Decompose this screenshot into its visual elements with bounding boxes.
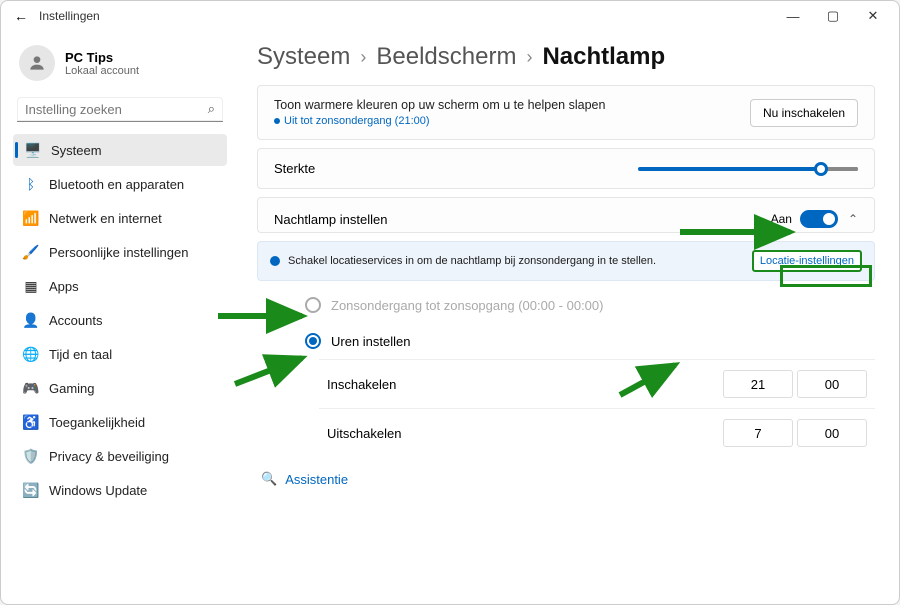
radio-sunset: Zonsondergang tot zonsopgang (00:00 - 00… [297, 287, 875, 323]
apps-icon: ▦ [23, 278, 39, 294]
sidebar-item-label: Systeem [51, 143, 102, 158]
account-name: PC Tips [65, 50, 139, 65]
sidebar-item-label: Accounts [49, 313, 102, 328]
slider-thumb[interactable] [814, 162, 828, 176]
minimize-button[interactable]: — [773, 2, 813, 30]
turn-on-row: Inschakelen 21 00 [319, 359, 875, 408]
system-icon: 🖥️ [25, 142, 41, 158]
radio-set-hours[interactable]: Uren instellen [297, 323, 875, 359]
sidebar-item-accounts[interactable]: 👤 Accounts [13, 304, 227, 336]
chevron-up-icon[interactable]: ⌃ [848, 212, 858, 226]
sidebar-item-label: Netwerk en internet [49, 211, 162, 226]
sidebar-item-apps[interactable]: ▦ Apps [13, 270, 227, 302]
schedule-options: Zonsondergang tot zonsopgang (00:00 - 00… [257, 287, 875, 457]
search-input[interactable] [25, 102, 208, 117]
turn-on-label: Inschakelen [327, 377, 719, 392]
accounts-icon: 👤 [23, 312, 39, 328]
turn-off-hour[interactable]: 7 [723, 419, 793, 447]
avatar-icon [19, 45, 55, 81]
chevron-right-icon: › [526, 47, 532, 68]
sidebar-item-privacy[interactable]: 🛡️ Privacy & beveiliging [13, 440, 227, 472]
sidebar-item-gaming[interactable]: 🎮 Gaming [13, 372, 227, 404]
sidebar-item-netwerk[interactable]: 📶 Netwerk en internet [13, 202, 227, 234]
titlebar: ← Instellingen — ▢ ✕ [1, 1, 899, 31]
account-block[interactable]: PC Tips Lokaal account [13, 39, 227, 95]
location-info-banner: Schakel locatieservices in om de nachtla… [257, 241, 875, 281]
strength-label: Sterkte [274, 161, 638, 176]
account-sub: Lokaal account [65, 65, 139, 77]
breadcrumb-beeldscherm[interactable]: Beeldscherm [376, 43, 516, 71]
sidebar-item-label: Toegankelijkheid [49, 415, 145, 430]
sidebar-item-toegankelijkheid[interactable]: ♿ Toegankelijkheid [13, 406, 227, 438]
help-icon: 🔍 [261, 471, 277, 487]
personalization-icon: 🖌️ [23, 244, 39, 260]
maximize-button[interactable]: ▢ [813, 2, 853, 30]
sidebar-item-label: Persoonlijke instellingen [49, 245, 188, 260]
gaming-icon: 🎮 [23, 380, 39, 396]
page-title: Nachtlamp [542, 43, 665, 71]
turn-off-minute[interactable]: 00 [797, 419, 867, 447]
sidebar-item-update[interactable]: 🔄 Windows Update [13, 474, 227, 506]
sidebar-item-label: Apps [49, 279, 79, 294]
bluetooth-icon: ᛒ [23, 176, 39, 192]
schedule-toggle[interactable] [800, 210, 838, 228]
sidebar-item-persoonlijke[interactable]: 🖌️ Persoonlijke instellingen [13, 236, 227, 268]
description-text: Toon warmere kleuren op uw scherm om u t… [274, 98, 605, 112]
turn-on-minute[interactable]: 00 [797, 370, 867, 398]
description-card: Toon warmere kleuren op uw scherm om u t… [257, 85, 875, 140]
time-icon: 🌐 [23, 346, 39, 362]
sidebar-item-label: Windows Update [49, 483, 147, 498]
breadcrumb-systeem[interactable]: Systeem [257, 43, 350, 71]
back-button[interactable]: ← [7, 8, 35, 24]
accessibility-icon: ♿ [23, 414, 39, 430]
assistance-label: Assistentie [285, 472, 348, 487]
sidebar-item-systeem[interactable]: 🖥️ Systeem [13, 134, 227, 166]
status-text: Uit tot zonsondergang (21:00) [274, 115, 605, 127]
close-button[interactable]: ✕ [853, 2, 893, 30]
settings-window: ← Instellingen — ▢ ✕ PC Tips Lokaal acco… [0, 0, 900, 605]
radio-icon [305, 297, 321, 313]
search-box[interactable]: ⌕ [17, 97, 223, 122]
sidebar: PC Tips Lokaal account ⌕ 🖥️ Systeem ᛒ Blue… [1, 31, 233, 604]
turn-off-row: Uitschakelen 7 00 [319, 408, 875, 457]
update-icon: 🔄 [23, 482, 39, 498]
search-icon: ⌕ [208, 101, 215, 117]
strength-slider[interactable] [638, 167, 858, 171]
info-text: Schakel locatieservices in om de nachtla… [288, 255, 656, 267]
schedule-label: Nachtlamp instellen [274, 212, 771, 227]
breadcrumb: Systeem › Beeldscherm › Nachtlamp [257, 43, 875, 71]
radio-hours-label: Uren instellen [331, 334, 411, 349]
turn-on-now-button[interactable]: Nu inschakelen [750, 99, 858, 127]
main-content: Systeem › Beeldscherm › Nachtlamp Toon w… [233, 31, 899, 604]
sidebar-item-label: Gaming [49, 381, 95, 396]
privacy-icon: 🛡️ [23, 448, 39, 464]
turn-off-label: Uitschakelen [327, 426, 719, 441]
radio-sunset-label: Zonsondergang tot zonsopgang (00:00 - 00… [331, 298, 603, 313]
sidebar-item-label: Bluetooth en apparaten [49, 177, 184, 192]
app-title: Instellingen [39, 9, 100, 23]
info-dot-icon [270, 256, 280, 266]
schedule-card: Nachtlamp instellen Aan ⌃ [257, 197, 875, 233]
sidebar-item-tijd[interactable]: 🌐 Tijd en taal [13, 338, 227, 370]
turn-on-hour[interactable]: 21 [723, 370, 793, 398]
status-dot-icon [274, 118, 280, 124]
sidebar-item-label: Privacy & beveiliging [49, 449, 169, 464]
toggle-state-label: Aan [771, 212, 792, 226]
wifi-icon: 📶 [23, 210, 39, 226]
assistance-link[interactable]: 🔍 Assistentie [257, 471, 875, 487]
chevron-right-icon: › [360, 47, 366, 68]
radio-icon [305, 333, 321, 349]
location-settings-button[interactable]: Locatie-instellingen [752, 250, 862, 272]
sidebar-item-bluetooth[interactable]: ᛒ Bluetooth en apparaten [13, 168, 227, 200]
strength-card: Sterkte [257, 148, 875, 189]
sidebar-item-label: Tijd en taal [49, 347, 112, 362]
